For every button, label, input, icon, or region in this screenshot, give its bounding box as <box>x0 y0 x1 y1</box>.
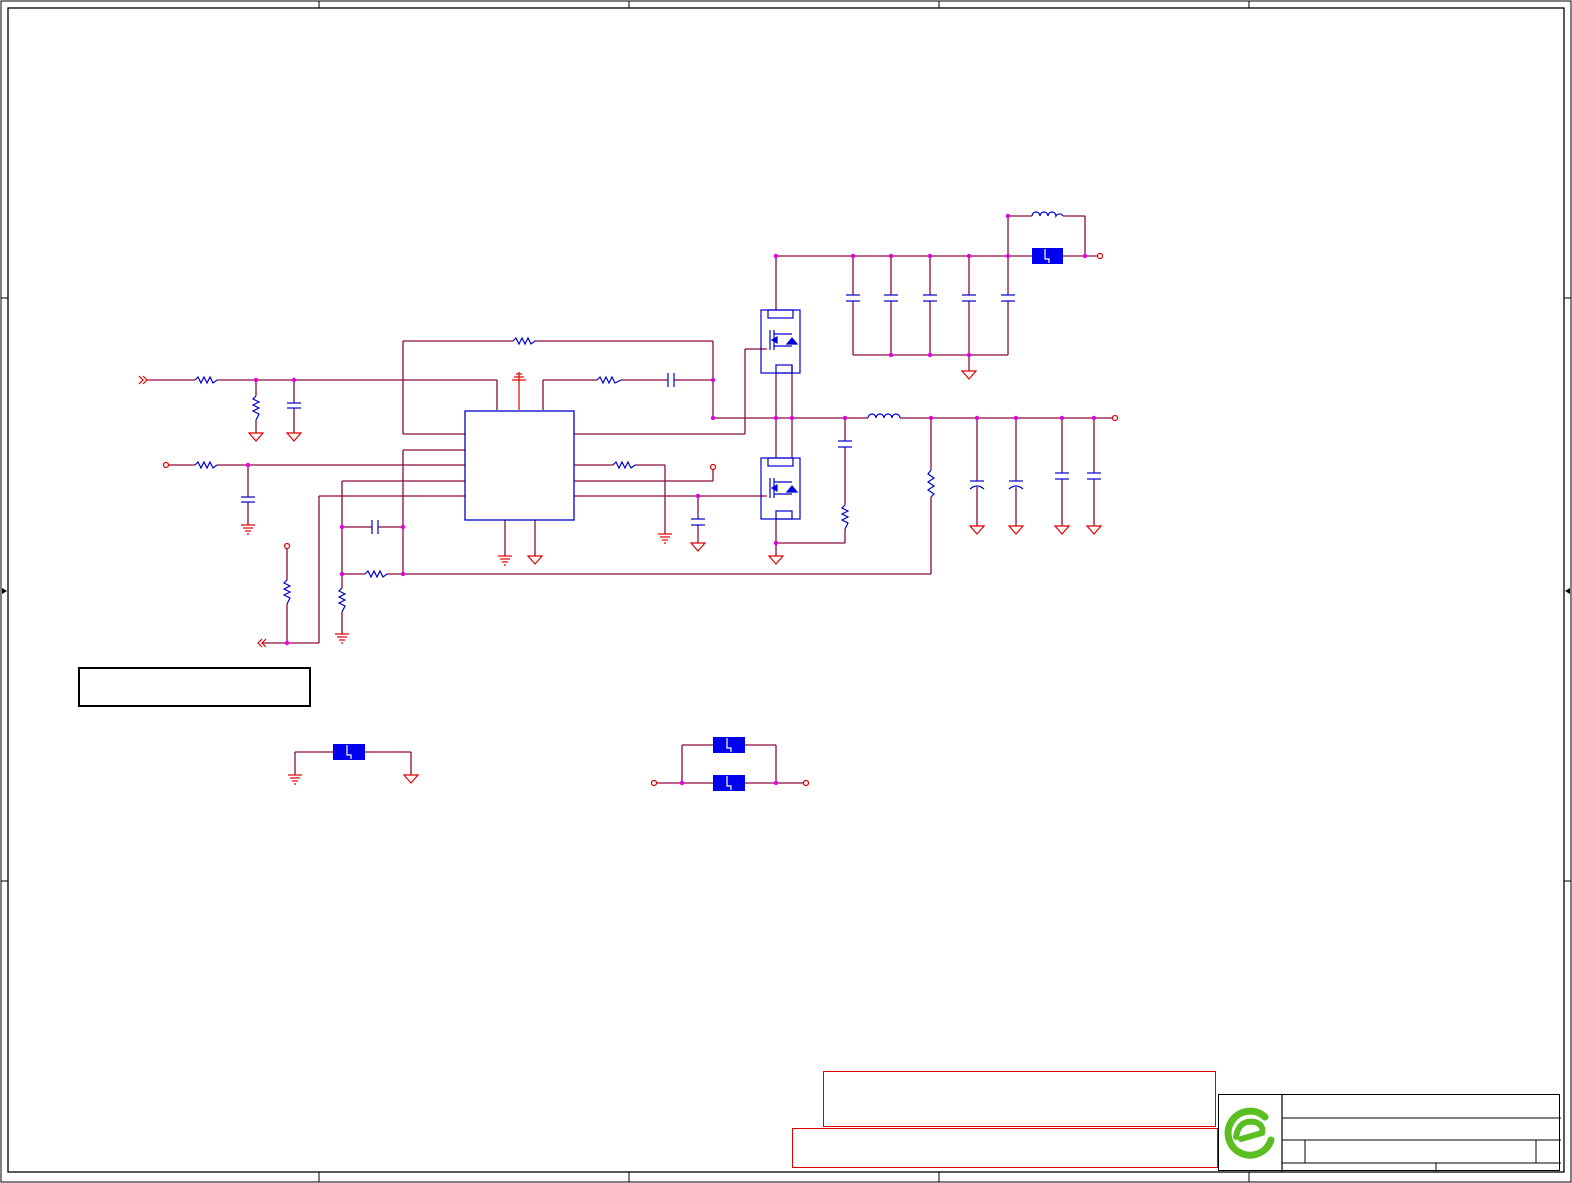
capacitor-c11 <box>1001 294 1015 302</box>
ground-triangle <box>247 432 265 442</box>
capacitor-c15 <box>1087 472 1101 480</box>
ground-triangle <box>1007 525 1025 535</box>
earth-ground <box>241 524 255 535</box>
ground-symbols <box>241 370 1103 785</box>
jumper-j1 <box>1032 248 1063 264</box>
mosfet-low-side <box>760 457 801 520</box>
ground-triangle <box>402 774 420 784</box>
controller-ic <box>464 410 575 521</box>
earth-ground <box>335 633 349 644</box>
capacitor-c8 <box>884 294 898 302</box>
junction-dots <box>245 213 1097 786</box>
capacitor-c9 <box>923 294 937 302</box>
title-block <box>1218 1094 1561 1172</box>
ground-triangle <box>526 555 544 565</box>
capacitor-c4 <box>371 520 379 534</box>
terminal-pin <box>1111 414 1119 422</box>
resistor-r3 <box>512 336 536 346</box>
company-logo-e-icon <box>1224 1107 1275 1159</box>
mosfet-high-side <box>760 309 801 374</box>
capacitor-c1 <box>287 402 301 409</box>
resistor-r8 <box>282 579 292 605</box>
capacitor-c2 <box>241 496 255 503</box>
capacitor-c5 <box>691 518 705 526</box>
jumper-j4 <box>713 775 745 791</box>
capacitor-c3 <box>667 373 675 387</box>
resistor-r10 <box>840 504 850 530</box>
ground-triangle <box>767 555 785 565</box>
terminal-pin <box>709 463 717 471</box>
ground-triangle <box>960 370 978 380</box>
resistor-r9 <box>337 587 347 613</box>
resistors <box>194 336 936 613</box>
schematic-canvas <box>0 0 1572 1183</box>
capacitor-c6 <box>838 440 852 448</box>
ground-triangle <box>285 432 303 442</box>
ground-triangle <box>1085 525 1103 535</box>
resistor-r5 <box>612 460 636 470</box>
resistor-r7 <box>251 395 261 421</box>
inductors <box>867 211 1064 419</box>
resistor-r11 <box>926 469 936 498</box>
capacitors <box>241 294 1101 534</box>
inductor-l1 <box>867 413 901 419</box>
schematic-label-box <box>78 667 311 707</box>
input-port-arrow <box>138 375 150 385</box>
terminal-pin <box>283 542 291 550</box>
ground-triangle <box>968 525 986 535</box>
inductor-l2 <box>1031 211 1064 219</box>
capacitor-c7 <box>846 294 860 302</box>
capacitor-c14 <box>1055 472 1069 480</box>
terminal-pin <box>802 779 810 787</box>
title-block-grid <box>1224 1095 1561 1172</box>
jumper-j3 <box>713 737 745 753</box>
jumper-j2 <box>333 744 365 760</box>
earth-ground <box>498 555 512 566</box>
terminal-pin <box>1096 252 1104 260</box>
terminal-pin <box>162 461 170 469</box>
ground-triangle <box>689 542 707 552</box>
resistor-r6 <box>364 569 388 579</box>
revision-note-box <box>792 1128 1218 1168</box>
earth-ground <box>658 533 672 544</box>
resistor-r4 <box>596 375 622 385</box>
revision-note-box <box>823 1071 1216 1127</box>
terminal-pin <box>650 779 658 787</box>
ground-triangle <box>1053 525 1071 535</box>
resistor-r1 <box>194 375 218 385</box>
resistor-r2 <box>194 460 218 470</box>
capacitor-c10 <box>962 294 976 302</box>
drawing-frame <box>0 0 1572 1183</box>
ground-inverted <box>512 372 526 410</box>
earth-ground <box>288 774 302 785</box>
